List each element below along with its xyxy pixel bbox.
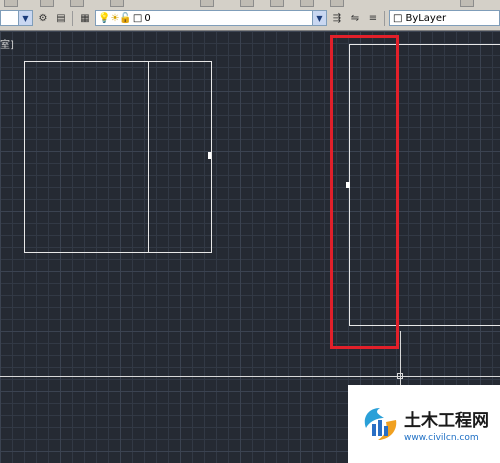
toolbar-button[interactable] [110, 0, 124, 7]
crosshair-horizontal [0, 376, 500, 377]
layer-color-swatch: □ [132, 12, 143, 24]
toolbar-separator [384, 11, 385, 26]
toolbar-button[interactable] [200, 0, 214, 7]
toolbar-button[interactable] [300, 0, 314, 7]
settings-gear-icon[interactable]: ⚙ [36, 11, 50, 25]
site-logo-icon [364, 408, 397, 440]
viewport-label[interactable]: 室] [0, 36, 14, 51]
toolbar-button[interactable] [70, 0, 84, 7]
left-rect-bottom-edge[interactable] [24, 252, 212, 253]
lock-icon[interactable]: 🔓 [119, 13, 131, 24]
highlight-box [330, 35, 399, 349]
chevron-down-icon[interactable]: ▼ [312, 11, 326, 25]
toolbar-button[interactable] [4, 0, 18, 7]
layer-properties-icon[interactable]: ▤ [54, 11, 68, 25]
site-url: www.civilcn.com [404, 432, 479, 443]
toolbar-separator [72, 11, 73, 26]
color-combo[interactable]: □ ByLayer [389, 10, 500, 26]
left-rect-right-edge[interactable] [211, 61, 212, 253]
workspace-combo[interactable]: ▼ [0, 10, 33, 26]
layer-manager-icon[interactable]: ▦ [78, 11, 92, 25]
watermark-text: 土木工程网 www.civilcn.com [404, 406, 489, 443]
lightbulb-icon[interactable]: 💡 [98, 13, 110, 24]
toolbar-button[interactable] [40, 0, 54, 7]
site-name: 土木工程网 [404, 410, 489, 431]
color-swatch: □ [393, 12, 403, 24]
layer-states-icon[interactable]: ≡ [366, 11, 380, 25]
left-rect-divider[interactable] [148, 61, 149, 253]
layers-toolbar: ▼ ⚙ ▤ ▦ 💡 ☀ 🔓 □ 0 ▼ ⇶ ⇋ ≡ □ ByLayer [0, 8, 500, 31]
layer-previous-icon[interactable]: ⇋ [348, 11, 362, 25]
layer-name: 0 [144, 12, 151, 24]
make-current-layer-icon[interactable]: ⇶ [330, 11, 344, 25]
toolbar-button[interactable] [270, 0, 284, 7]
toolbar-button[interactable] [240, 0, 254, 7]
site-watermark: 土木工程网 www.civilcn.com [348, 385, 500, 463]
left-rect-top-edge[interactable] [24, 61, 212, 62]
toolbar-button[interactable] [330, 0, 344, 7]
crosshair-pickbox [397, 373, 403, 379]
chevron-down-icon[interactable]: ▼ [18, 11, 32, 25]
grip-handle[interactable] [208, 152, 211, 159]
sun-icon[interactable]: ☀ [110, 13, 119, 24]
layer-combo[interactable]: 💡 ☀ 🔓 □ 0 ▼ [95, 10, 327, 26]
left-rect-left-edge[interactable] [24, 61, 25, 253]
color-value: ByLayer [405, 12, 447, 24]
toolbar-button[interactable] [460, 0, 474, 7]
